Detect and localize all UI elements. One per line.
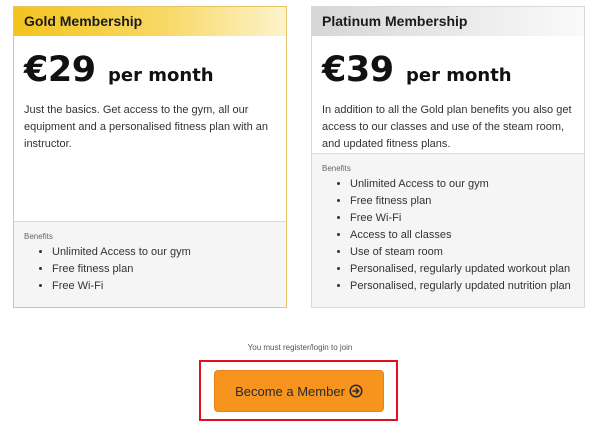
button-label: Become a Member (235, 383, 345, 399)
benefit-item: Unlimited Access to our gym (350, 176, 574, 193)
plan-description: Just the basics. Get access to the gym, … (24, 104, 268, 150)
benefit-item: Use of steam room (350, 244, 574, 261)
benefit-item: Free Wi-Fi (350, 210, 574, 227)
benefits-section: Benefits Unlimited Access to our gym Fre… (312, 153, 584, 307)
benefits-list: Unlimited Access to our gym Free fitness… (24, 244, 276, 295)
gold-membership-card: Gold Membership €29 per month Just the b… (13, 6, 287, 308)
benefits-label: Benefits (322, 164, 351, 173)
plan-price: €29 (24, 50, 96, 90)
plan-description: In addition to all the Gold plan benefit… (322, 104, 572, 150)
price-row: €29 per month (14, 36, 286, 90)
become-member-button[interactable]: Become a Member (214, 370, 384, 412)
benefit-item: Access to all classes (350, 227, 574, 244)
benefit-item: Unlimited Access to our gym (52, 244, 276, 261)
benefit-item: Free fitness plan (350, 193, 574, 210)
register-note: You must register/login to join (247, 343, 353, 352)
benefit-item: Personalised, regularly updated workout … (350, 261, 574, 278)
benefits-label: Benefits (24, 232, 53, 241)
arrow-circle-right-icon (349, 384, 363, 398)
benefit-item: Personalised, regularly updated nutritio… (350, 278, 574, 295)
plan-title: Platinum Membership (312, 7, 584, 36)
plan-title: Gold Membership (14, 7, 286, 36)
platinum-membership-card: Platinum Membership €39 per month In add… (311, 6, 585, 308)
benefits-list: Unlimited Access to our gym Free fitness… (322, 176, 574, 295)
benefit-item: Free fitness plan (52, 261, 276, 278)
price-period: per month (108, 65, 214, 86)
benefit-item: Free Wi-Fi (52, 278, 276, 295)
price-row: €39 per month (312, 36, 584, 90)
plan-price: €39 (322, 50, 394, 90)
price-period: per month (406, 65, 512, 86)
benefits-section: Benefits Unlimited Access to our gym Fre… (14, 221, 286, 307)
